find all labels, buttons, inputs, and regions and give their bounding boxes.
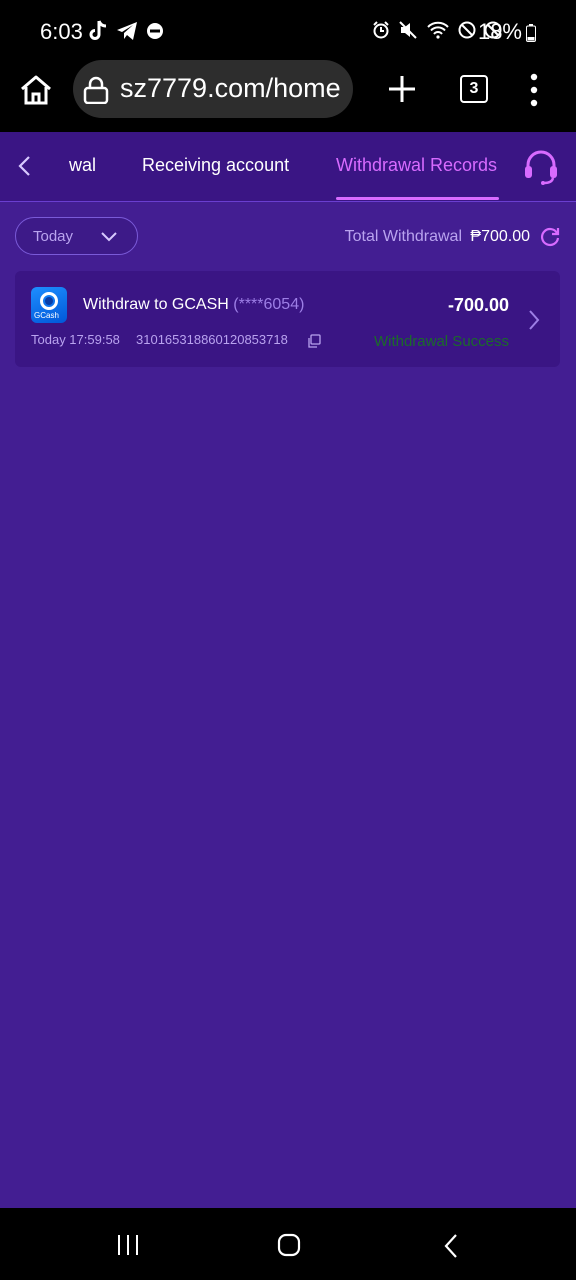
tab-withdrawal[interactable]: wal bbox=[69, 155, 96, 176]
chevron-down-icon[interactable] bbox=[100, 230, 118, 244]
more-vertical-icon[interactable] bbox=[526, 72, 542, 108]
total-withdrawal-value: ₱700.00 bbox=[470, 228, 530, 245]
blocked-icon bbox=[458, 21, 476, 39]
record-title: Withdraw to GCASH (****6054) bbox=[83, 296, 304, 314]
withdrawal-record-card[interactable]: GCash Withdraw to GCASH (****6054) -700.… bbox=[15, 271, 560, 367]
plus-icon[interactable] bbox=[386, 73, 418, 105]
home-button-icon[interactable] bbox=[277, 1233, 301, 1257]
status-bar: 6:03 18% bbox=[0, 0, 576, 60]
home-icon[interactable] bbox=[18, 72, 54, 108]
refresh-icon[interactable] bbox=[539, 225, 561, 247]
dnd-icon bbox=[147, 23, 163, 39]
chevron-right-icon[interactable] bbox=[527, 309, 541, 331]
active-tab-indicator bbox=[336, 197, 499, 200]
date-filter-value[interactable]: Today bbox=[33, 228, 73, 245]
back-button-icon[interactable] bbox=[442, 1233, 460, 1259]
recent-apps-icon[interactable] bbox=[116, 1233, 140, 1257]
alarm-icon bbox=[373, 21, 389, 39]
browser-toolbar: sz7779.com/home 3 bbox=[0, 60, 576, 132]
tab-withdrawal-records[interactable]: Withdrawal Records bbox=[336, 155, 497, 176]
lock-icon[interactable] bbox=[83, 76, 109, 104]
gcash-logo-dot bbox=[45, 297, 53, 305]
gcash-logo-text: GCash bbox=[34, 311, 59, 320]
battery-icon bbox=[526, 24, 536, 42]
record-amount: -700.00 bbox=[447, 295, 509, 315]
status-time: 6:03 bbox=[40, 19, 83, 44]
wifi-icon bbox=[427, 21, 449, 39]
battery-percent: 18% bbox=[477, 19, 522, 44]
gcash-logo-icon: GCash bbox=[31, 287, 67, 323]
status-left-icons bbox=[88, 20, 164, 42]
app-header-tabs: wal Receiving account Withdrawal Records bbox=[0, 132, 576, 202]
record-time: Today 17:59:58 bbox=[31, 332, 120, 347]
address-bar[interactable]: sz7779.com/home bbox=[73, 60, 353, 118]
telegram-icon bbox=[117, 22, 137, 40]
back-chevron-icon[interactable] bbox=[14, 154, 36, 178]
date-filter-select[interactable]: Today bbox=[15, 217, 138, 255]
copy-icon[interactable] bbox=[307, 334, 321, 348]
total-withdrawal-label: Total Withdrawal bbox=[344, 228, 462, 245]
url-text[interactable]: sz7779.com/home bbox=[120, 73, 341, 104]
record-title-text: Withdraw to GCASH bbox=[83, 296, 229, 313]
tabs-icon[interactable]: 3 bbox=[460, 75, 488, 103]
record-masked-account: (****6054) bbox=[233, 296, 305, 313]
tiktok-icon bbox=[89, 20, 107, 40]
system-navigation-bar bbox=[0, 1208, 576, 1280]
headset-support-icon[interactable] bbox=[522, 149, 560, 185]
tab-receiving-account[interactable]: Receiving account bbox=[142, 155, 289, 176]
record-status: Withdrawal Success bbox=[373, 333, 509, 350]
record-order-number: 310165318860120853718 bbox=[136, 332, 288, 347]
mute-icon bbox=[399, 21, 417, 39]
